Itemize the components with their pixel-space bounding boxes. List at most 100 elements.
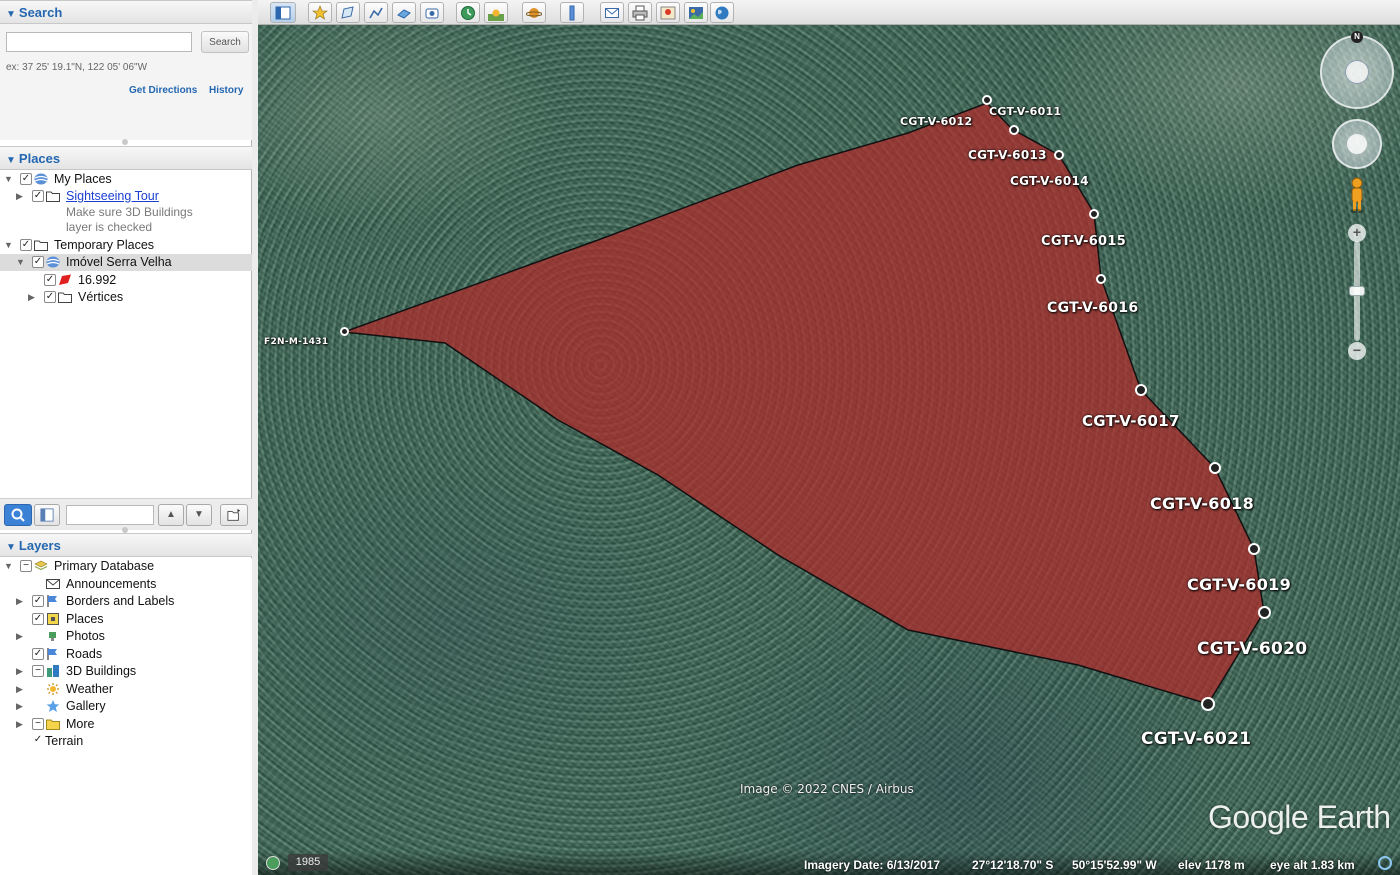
- panel-splitter[interactable]: [122, 139, 128, 145]
- vertex-marker[interactable]: [1248, 543, 1260, 555]
- view-in-maps-button[interactable]: [656, 2, 680, 23]
- places-panel-header[interactable]: ▼ Places: [0, 146, 252, 170]
- layer-primary-database[interactable]: ▼ − Primary Database: [0, 558, 252, 575]
- compass-north-indicator[interactable]: N: [1351, 31, 1363, 43]
- layer-roads[interactable]: ✓ Roads: [0, 646, 252, 663]
- vertex-label[interactable]: CGT-V-6021: [1141, 729, 1251, 749]
- layer-gallery[interactable]: ▶ Gallery: [0, 698, 252, 715]
- sidebar-toggle-button[interactable]: [34, 504, 60, 526]
- layer-checkbox[interactable]: −: [20, 560, 32, 572]
- historical-imagery-year[interactable]: 1985: [288, 854, 328, 871]
- layer-checkbox[interactable]: −: [32, 718, 44, 730]
- property-polygon[interactable]: [343, 102, 1265, 705]
- vertex-label[interactable]: CGT-V-6015: [1041, 234, 1126, 249]
- expand-triangle-icon[interactable]: ▼: [16, 254, 25, 271]
- add-folder-button[interactable]: [220, 504, 248, 526]
- vertex-label[interactable]: CGT-V-6011: [989, 105, 1061, 118]
- expand-triangle-icon[interactable]: ▶: [28, 289, 35, 306]
- layer-weather[interactable]: ▶ Weather: [0, 681, 252, 698]
- checkbox[interactable]: ✓: [44, 274, 56, 286]
- expand-triangle-icon[interactable]: ▶: [16, 663, 23, 680]
- add-polygon-button[interactable]: [336, 2, 360, 23]
- tree-item-temporary-places[interactable]: ▼ ✓ Temporary Places: [0, 237, 252, 254]
- vertex-label[interactable]: CGT-V-6018: [1150, 494, 1254, 513]
- vertex-label[interactable]: CGT-V-6017: [1082, 412, 1180, 430]
- layer-places[interactable]: ✓ Places: [0, 611, 252, 628]
- vertex-marker[interactable]: [982, 95, 992, 105]
- eye-icon[interactable]: [1345, 60, 1369, 84]
- checkbox[interactable]: ✓: [32, 256, 44, 268]
- layer-checkbox[interactable]: ✓: [32, 595, 44, 607]
- historical-imagery-button[interactable]: [456, 2, 480, 23]
- zoom-in-button[interactable]: +: [1348, 224, 1366, 242]
- vertex-marker[interactable]: [1209, 462, 1221, 474]
- search-places-button[interactable]: [4, 504, 32, 526]
- expand-triangle-icon[interactable]: ▶: [16, 681, 23, 698]
- layer-checkbox[interactable]: ✓: [32, 613, 44, 625]
- expand-triangle-icon[interactable]: ▼: [4, 237, 13, 254]
- collapse-triangle-icon[interactable]: ▼: [6, 155, 16, 166]
- vertex-marker[interactable]: [1089, 209, 1099, 219]
- search-panel-header[interactable]: ▼ Search: [0, 0, 252, 24]
- vertex-marker[interactable]: [1054, 150, 1064, 160]
- add-path-button[interactable]: [364, 2, 388, 23]
- switch-planet-button[interactable]: [522, 2, 546, 23]
- checkbox[interactable]: ✓: [32, 190, 44, 202]
- expand-triangle-icon[interactable]: ▶: [16, 628, 23, 645]
- record-tour-button[interactable]: [420, 2, 444, 23]
- tree-item-polygon[interactable]: ✓ 16.992: [0, 272, 252, 289]
- expand-triangle-icon[interactable]: ▶: [16, 698, 23, 715]
- checkbox[interactable]: ✓: [44, 291, 56, 303]
- expand-triangle-icon[interactable]: ▶: [16, 188, 23, 205]
- move-up-button[interactable]: ▲: [158, 504, 184, 526]
- sunlight-button[interactable]: [484, 2, 508, 23]
- expand-triangle-icon[interactable]: ▼: [4, 558, 13, 575]
- collapse-triangle-icon[interactable]: ▼: [6, 542, 16, 553]
- vertex-marker[interactable]: [1009, 125, 1019, 135]
- layer-photos[interactable]: ▶ Photos: [0, 628, 252, 645]
- vertex-label[interactable]: CGT-V-6012: [900, 115, 972, 128]
- collapse-triangle-icon[interactable]: ▼: [6, 9, 16, 20]
- search-input[interactable]: [6, 32, 192, 52]
- add-placemark-button[interactable]: [308, 2, 332, 23]
- layer-more[interactable]: ▶ − More: [0, 716, 252, 733]
- historical-imagery-icon[interactable]: [266, 856, 280, 870]
- layer-checkbox[interactable]: −: [32, 665, 44, 677]
- tree-item-vertices[interactable]: ▶ ✓ Vértices: [0, 289, 252, 306]
- layer-checkbox[interactable]: [32, 630, 44, 642]
- expand-triangle-icon[interactable]: ▶: [16, 716, 23, 733]
- layers-panel-header[interactable]: ▼ Layers: [0, 533, 252, 557]
- save-image-button[interactable]: [684, 2, 708, 23]
- history-link[interactable]: History: [209, 85, 243, 96]
- toggle-sidebar-button[interactable]: [270, 2, 296, 23]
- vertex-marker[interactable]: [1201, 697, 1215, 711]
- vertex-label[interactable]: CGT-V-6020: [1197, 639, 1307, 659]
- ruler-button[interactable]: [560, 2, 584, 23]
- tree-item-sightseeing-tour[interactable]: ▶ ✓ Sightseeing Tour: [0, 188, 252, 205]
- get-directions-link[interactable]: Get Directions: [129, 85, 197, 96]
- vertex-marker[interactable]: [1258, 606, 1271, 619]
- vertex-label[interactable]: CGT-V-6014: [1010, 174, 1089, 188]
- vertex-label[interactable]: CGT-V-6019: [1187, 575, 1291, 594]
- sightseeing-tour-link[interactable]: Sightseeing Tour: [66, 188, 159, 205]
- print-button[interactable]: [628, 2, 652, 23]
- vertex-marker[interactable]: [340, 327, 349, 336]
- vertex-marker[interactable]: [1096, 274, 1106, 284]
- zoom-out-button[interactable]: −: [1348, 342, 1366, 360]
- tree-item-imovel-serra-velha[interactable]: ▼ ✓ Imóvel Serra Velha: [0, 254, 252, 271]
- expand-triangle-icon[interactable]: ▼: [4, 171, 13, 188]
- layer-3d-buildings[interactable]: ▶ − 3D Buildings: [0, 663, 252, 680]
- search-button[interactable]: Search: [201, 31, 249, 53]
- places-filter-input[interactable]: [66, 505, 154, 525]
- earth-3d-view[interactable]: CGT-V-6011 CGT-V-6012 CGT-V-6013 CGT-V-6…: [258, 25, 1400, 875]
- layer-checkbox[interactable]: [32, 700, 44, 712]
- move-down-button[interactable]: ▼: [186, 504, 212, 526]
- earth-view-button[interactable]: [710, 2, 734, 23]
- layer-checkbox[interactable]: [32, 683, 44, 695]
- vertex-label[interactable]: CGT-V-6016: [1047, 300, 1138, 316]
- vertex-label[interactable]: F2N-M-1431: [264, 337, 328, 347]
- hand-icon[interactable]: [1347, 134, 1367, 154]
- layer-checkbox[interactable]: ✓: [32, 648, 44, 660]
- expand-triangle-icon[interactable]: ▶: [16, 593, 23, 610]
- pegman-icon[interactable]: [1348, 177, 1366, 213]
